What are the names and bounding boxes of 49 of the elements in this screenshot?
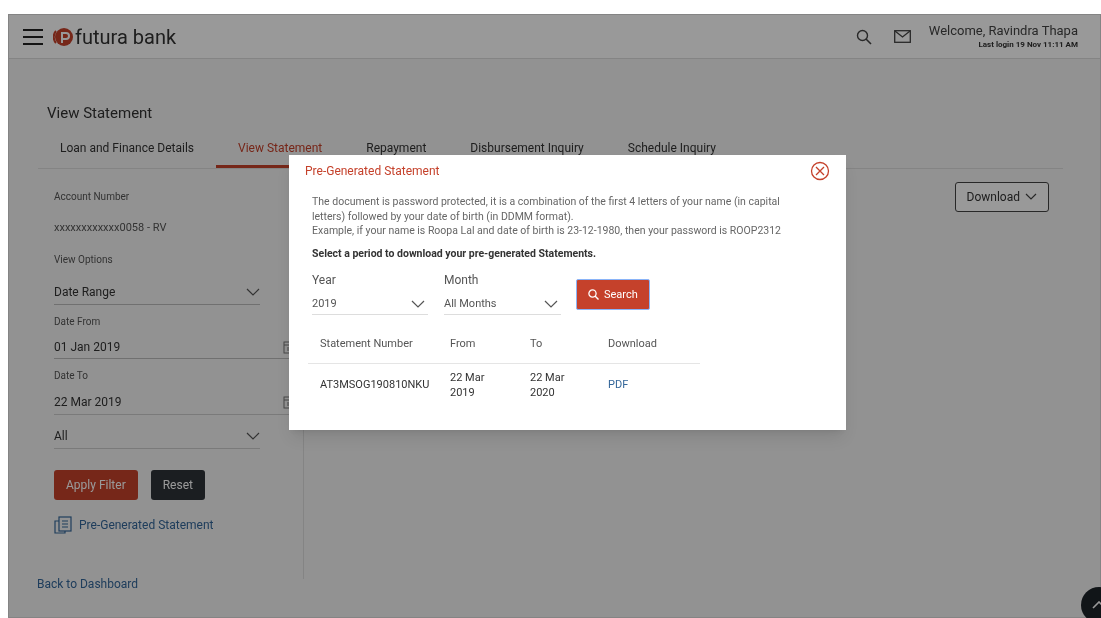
date-to-field[interactable]: 22 Mar 2019 [54, 392, 122, 411]
password-example-text: Example, if your name is Roopa Lal and date of birth is 23-12-1980, then your password is ROOP2312 [312, 224, 782, 239]
period-prompt: Select a period to download your pre-generated Statements. [312, 245, 598, 262]
column-header: From [450, 326, 530, 364]
column-header: To [530, 326, 608, 364]
tab[interactable]: Disbursement Inquiry [448, 138, 606, 168]
type-dropdown[interactable]: All [54, 423, 260, 449]
year-label: Year [312, 272, 337, 290]
month-label: Month [444, 272, 480, 290]
field-label: Date From [54, 315, 102, 329]
search-icon [588, 289, 599, 301]
page-title: View Statement [47, 103, 154, 124]
back-to-dashboard-link[interactable]: Back to Dashboard [37, 575, 138, 593]
chevron-down-icon [544, 299, 558, 308]
view-options-dropdown[interactable]: Date Range [54, 279, 260, 305]
column-header: Statement Number [308, 326, 450, 364]
menu-icon[interactable] [23, 28, 43, 45]
mail-icon[interactable] [893, 30, 911, 43]
year-dropdown[interactable]: 2019 [312, 293, 428, 316]
apply-filter-button[interactable]: Apply Filter [54, 470, 138, 500]
chevron-down-icon [1025, 193, 1037, 200]
month-dropdown[interactable]: All Months [444, 293, 561, 316]
close-icon[interactable] [810, 161, 830, 181]
document-icon[interactable] [54, 516, 72, 534]
download-button[interactable]: Download [954, 181, 1049, 212]
table-cell: AT3MSOG190810NKU [308, 363, 450, 406]
search-icon[interactable] [855, 28, 872, 45]
password-info-text: The document is password protected, it is a combination of the first 4 letters of your name (in capital letters) followed by your date of birth (in DDMM format). [312, 195, 781, 224]
chevron-down-icon [246, 287, 260, 296]
last-login-text: Last login 19 Nov 11:11 AM [978, 39, 1078, 50]
logo-icon [53, 26, 73, 47]
table-cell: 22 Mar 2020 [530, 363, 608, 406]
reset-button[interactable]: Reset [150, 470, 205, 500]
welcome-text[interactable]: Welcome, Ravindra Thapa [928, 23, 1078, 40]
table-cell: 22 Mar 2019 [450, 363, 530, 406]
pre-generated-statement-link[interactable]: Pre-Generated Statement [79, 516, 214, 534]
chevron-down-icon [246, 431, 260, 440]
tab[interactable]: Schedule Inquiry [605, 138, 738, 168]
field-label: Date To [54, 369, 90, 383]
column-header: Download [608, 326, 700, 364]
account-number: xxxxxxxxxxxx0058 - RV [54, 219, 168, 236]
chevron-down-icon [411, 299, 425, 308]
search-button[interactable]: Search [576, 279, 650, 311]
brand-name: futura bank [75, 23, 177, 51]
date-from-field[interactable]: 01 Jan 2019 [54, 337, 121, 356]
tab[interactable]: Loan and Finance Details [38, 138, 216, 168]
pdf-link[interactable]: PDF [608, 377, 629, 391]
field-label: Account Number [54, 189, 131, 204]
field-label: View Options [54, 253, 114, 267]
